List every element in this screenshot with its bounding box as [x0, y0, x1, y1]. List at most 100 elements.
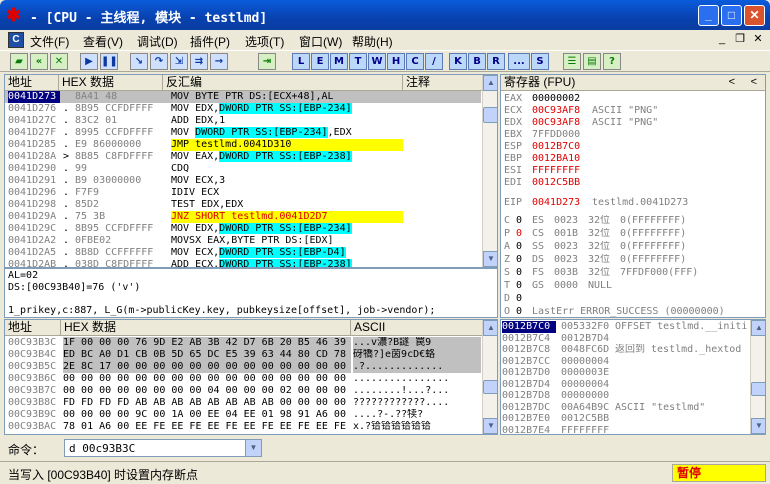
- disasm-row[interactable]: 0041D2AB. 038D C8FDFFFF ADD ECX,DWORD PTR …: [5, 259, 481, 267]
- disasm-row[interactable]: 0041D285. E9 86000000 JMP testlmd.0041D310: [5, 139, 481, 151]
- disasm-scrollbar[interactable]: ▲ ▼: [482, 75, 497, 267]
- col-address-header[interactable]: 地址: [5, 75, 59, 91]
- menu-plugins[interactable]: 插件(P): [190, 33, 230, 50]
- disasm-row[interactable]: 0041D28A >8B85 C8FDFFFF MOV EAX,DWORD PTR …: [5, 151, 481, 163]
- dump-row[interactable]: 00C93B7C 00 00 00 00 00 00 00 00 04 00 00…: [5, 385, 481, 397]
- disasm-row[interactable]: 0041D296. F7F9 IDIV ECX: [5, 187, 481, 199]
- register-row[interactable]: ECX 00C93AF8 ASCII "PNG": [504, 105, 754, 117]
- ollydbg-bug-icon[interactable]: ✱: [6, 6, 24, 24]
- stack-scroll-up-icon[interactable]: ▲: [751, 320, 765, 336]
- stack-row[interactable]: 0012B7D0 0000003E: [501, 367, 749, 379]
- dump-scroll-down-icon[interactable]: ▼: [483, 418, 497, 434]
- threads-window-button[interactable]: T: [349, 53, 367, 70]
- stack-scroll-down-icon[interactable]: ▼: [751, 418, 765, 434]
- dump-scroll-up-icon[interactable]: ▲: [483, 320, 497, 336]
- register-row[interactable]: EBX 7FFDD000: [504, 129, 754, 141]
- dump-col-hex-header[interactable]: HEX 数据: [61, 320, 351, 336]
- col-disasm-header[interactable]: 反汇编: [163, 75, 403, 91]
- dump-scroll-thumb[interactable]: [483, 380, 497, 394]
- col-hex-header[interactable]: HEX 数据: [59, 75, 163, 91]
- flag-row[interactable]: D0: [504, 293, 754, 305]
- dump-row[interactable]: 00C93B6C 00 00 00 00 00 00 00 00 00 00 00…: [5, 373, 481, 385]
- log-window-button[interactable]: L: [292, 53, 310, 70]
- appearance-icon[interactable]: ☰: [563, 53, 581, 70]
- stack-scroll-thumb[interactable]: [751, 382, 765, 396]
- flag-row[interactable]: P 0 CS 001B 32位 0(FFFFFFFF): [504, 228, 754, 240]
- registers-pane[interactable]: 寄存器 (FPU) < < EAX 00000002 ECX 00C93AF8 ASCI…: [500, 74, 766, 318]
- close-button[interactable]: ✕: [744, 5, 765, 26]
- stack-row[interactable]: 0012B7CC 00000004: [501, 356, 749, 368]
- disasm-row[interactable]: 0041D276. 8B95 CCFDFFFF MOV EDX,DWORD PTR …: [5, 103, 481, 115]
- disasm-row[interactable]: 0041D29A. 75 3B JNZ SHORT testlmd.0041D2D7: [5, 211, 481, 223]
- register-row[interactable]: ESI FFFFFFFF: [504, 165, 754, 177]
- flag-row[interactable]: A 0 SS 0023 32位 0(FFFFFFFF): [504, 241, 754, 253]
- scroll-down-icon[interactable]: ▼: [483, 251, 497, 267]
- patches-window-button[interactable]: /: [425, 53, 443, 70]
- register-row[interactable]: ESP 0012B7C0: [504, 141, 754, 153]
- options-icon[interactable]: ▤: [583, 53, 601, 70]
- trace-into-icon[interactable]: ⇲: [170, 53, 188, 70]
- stack-row[interactable]: 0012B7C0 005332F0 OFFSET testlmd.__initi: [501, 321, 749, 333]
- breakpoints-window-button[interactable]: B: [468, 53, 486, 70]
- execute-till-return-icon[interactable]: →: [210, 53, 228, 70]
- flag-row[interactable]: S 0 FS 003B 32位 7FFDF000(FFF): [504, 267, 754, 279]
- modules-window-button[interactable]: E: [311, 53, 329, 70]
- stack-row[interactable]: 0012B7C8 0048FC6D 返回到 testlmd._hextod: [501, 344, 749, 356]
- stack-row[interactable]: 0012B7E4 FFFFFFFF: [501, 425, 749, 435]
- minimize-button[interactable]: _: [698, 5, 719, 26]
- collapse-left-icon[interactable]: <: [729, 76, 735, 88]
- menu-view[interactable]: 查看(V): [83, 33, 123, 50]
- stack-row[interactable]: 0012B7C4 0012B7D4: [501, 333, 749, 345]
- stack-row[interactable]: 0012B7E0 0012C5BB: [501, 413, 749, 425]
- dump-row[interactable]: 00C93B4C ED BC A0 D1 CB 0B 5D 65 DC E5 39…: [5, 349, 481, 361]
- disasm-row[interactable]: 0041D291. B9 03000000 MOV ECX,3: [5, 175, 481, 187]
- stack-row[interactable]: 0012B7DC 00A64B9C ASCII "testlmd": [501, 402, 749, 414]
- dump-row[interactable]: 00C93B9C 00 00 00 00 9C 00 1A 00 EE 04 EE…: [5, 409, 481, 421]
- register-row[interactable]: EAX 00000002: [504, 93, 754, 105]
- run-icon[interactable]: ▶: [80, 53, 98, 70]
- disassembly-pane[interactable]: 地址 HEX 数据 反汇编 注释 0041D273 8A41 48 MOV BYTE…: [4, 74, 498, 268]
- memory-window-button[interactable]: M: [330, 53, 348, 70]
- run-trace-window-button[interactable]: ...: [508, 53, 530, 70]
- help-icon[interactable]: ?: [603, 53, 621, 70]
- command-input[interactable]: d 00c93B3C ▼: [64, 439, 262, 457]
- disasm-row[interactable]: 0041D2A5. 8B8D CCFFFFFF MOV ECX,DWORD PTR …: [5, 247, 481, 259]
- command-dropdown-icon[interactable]: ▼: [245, 440, 261, 456]
- dump-col-address-header[interactable]: 地址: [5, 320, 61, 336]
- dump-row[interactable]: 00C93B8C FD FD FD FD AB AB AB AB AB AB AB…: [5, 397, 481, 409]
- menu-options[interactable]: 选项(T): [245, 33, 284, 50]
- goto-icon[interactable]: ⇥: [258, 53, 276, 70]
- collapse-right-icon[interactable]: <: [751, 76, 757, 88]
- mdi-restore-icon[interactable]: ❐: [732, 32, 748, 47]
- menu-debug[interactable]: 调试(D): [137, 33, 178, 50]
- stack-pane[interactable]: 0012B7C0 005332F0 OFFSET testlmd.__initi 00…: [500, 319, 766, 435]
- dump-scrollbar[interactable]: ▲ ▼: [482, 320, 497, 434]
- menu-file[interactable]: 文件(F): [30, 33, 69, 50]
- flag-row[interactable]: T 0 GS 0000 NULL: [504, 280, 754, 292]
- maximize-button[interactable]: □: [721, 5, 742, 26]
- register-row[interactable]: EDI 0012C5BB: [504, 177, 754, 189]
- disasm-row[interactable]: 0041D273 8A41 48 MOV BYTE PTR DS:[ECX+48],…: [5, 91, 481, 103]
- register-row[interactable]: EBP 0012BA10: [504, 153, 754, 165]
- callstack-window-button[interactable]: K: [449, 53, 467, 70]
- col-comment-header[interactable]: 注释: [403, 75, 483, 91]
- scroll-thumb[interactable]: [483, 107, 497, 123]
- register-row[interactable]: EDX 00C93AF8 ASCII "PNG": [504, 117, 754, 129]
- windows-window-button[interactable]: W: [368, 53, 386, 70]
- disasm-row[interactable]: 0041D29C. 8B95 CCFDFFFF MOV EDX,DWORD PTR …: [5, 223, 481, 235]
- disasm-row[interactable]: 0041D298. 85D2 TEST EDX,EDX: [5, 199, 481, 211]
- cpu-window-icon[interactable]: C: [8, 32, 24, 48]
- mdi-close-icon[interactable]: ✕: [750, 32, 766, 47]
- flag-row[interactable]: C 0 ES 0023 32位 0(FFFFFFFF): [504, 215, 754, 227]
- open-icon[interactable]: ▰: [10, 53, 28, 70]
- close-program-icon[interactable]: ✕: [50, 53, 68, 70]
- registers-header[interactable]: 寄存器 (FPU): [501, 75, 765, 91]
- disasm-row[interactable]: 0041D27F. 8995 CCFDFFFF MOV DWORD PTR SS:[…: [5, 127, 481, 139]
- eip-row[interactable]: EIP 0041D273 testlmd.0041D273: [504, 197, 754, 209]
- cpu-window-button[interactable]: C: [406, 53, 424, 70]
- memory-dump-pane[interactable]: 地址 HEX 数据 ASCII 00C93B3C 1F 00 00 00 76 9…: [4, 319, 498, 435]
- flag-row[interactable]: O 0 LastErr ERROR_SUCCESS (00000000): [504, 306, 754, 317]
- menu-window[interactable]: 窗口(W): [299, 33, 342, 50]
- disasm-row[interactable]: 0041D290. 99 CDQ: [5, 163, 481, 175]
- disasm-row[interactable]: 0041D27C. 83C2 01 ADD EDX,1: [5, 115, 481, 127]
